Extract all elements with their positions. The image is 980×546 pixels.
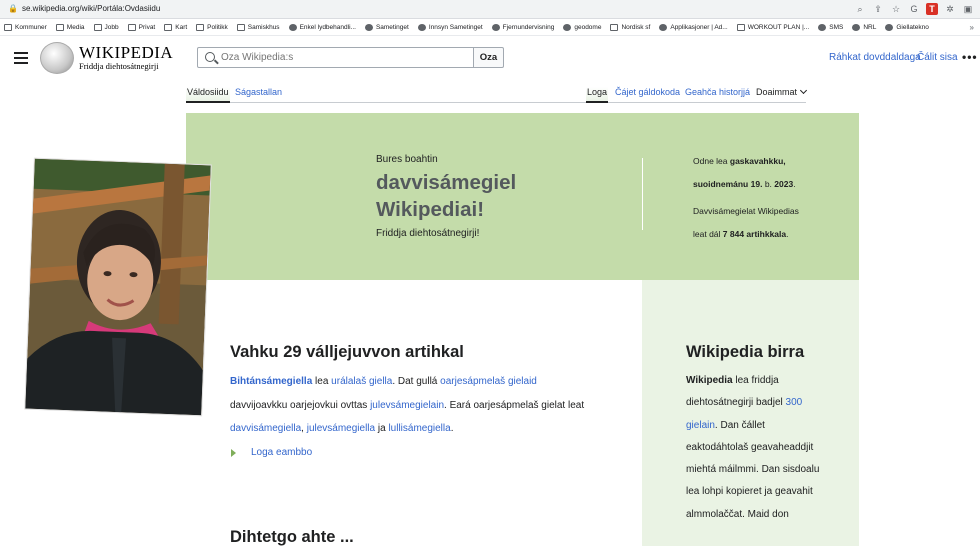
star-icon[interactable]: ☆ bbox=[890, 3, 902, 15]
extension-g-icon[interactable]: G bbox=[908, 3, 920, 15]
bookmark-item[interactable]: NRL bbox=[852, 23, 876, 31]
browser-address-bar[interactable]: 🔒 se.wikipedia.org/wiki/Portála:Ovdasiid… bbox=[0, 0, 980, 19]
triangle-right-icon bbox=[231, 449, 236, 457]
zoom-icon[interactable]: ⌕ bbox=[854, 3, 866, 15]
search-icon bbox=[205, 52, 215, 62]
folder-icon bbox=[196, 23, 205, 31]
bookmark-item[interactable]: Giellatekno bbox=[885, 23, 929, 31]
portrait-photo bbox=[25, 158, 211, 416]
site-icon bbox=[563, 23, 572, 31]
site-icon bbox=[852, 23, 861, 31]
tabs-divider bbox=[186, 102, 806, 103]
bookmark-item[interactable]: Enkel lydbehandli... bbox=[288, 23, 356, 31]
welcome-pretitle: Bures boahtin bbox=[376, 154, 438, 165]
bookmark-item[interactable]: Politikk bbox=[196, 23, 228, 31]
banner-divider bbox=[642, 158, 643, 230]
bihtan-link[interactable]: Bihtánsámegiella bbox=[230, 376, 312, 387]
bookmark-item[interactable]: Jobb bbox=[93, 23, 119, 31]
bookmark-item[interactable]: Fjernundervisning bbox=[491, 23, 554, 31]
bookmark-item[interactable]: geodome bbox=[563, 23, 601, 31]
site-icon bbox=[659, 23, 668, 31]
folder-icon bbox=[736, 23, 745, 31]
bookmark-item[interactable]: Applikasjoner | Ad... bbox=[659, 23, 728, 31]
today-line: Odne lea gaskavahkku, bbox=[693, 156, 786, 166]
site-icon bbox=[417, 23, 426, 31]
folder-icon bbox=[236, 23, 245, 31]
bookmark-item[interactable]: Innsyn Sametinget bbox=[417, 23, 483, 31]
bookmark-item[interactable]: Nordisk sf bbox=[610, 23, 650, 31]
folder-icon bbox=[55, 23, 64, 31]
lock-icon: 🔒 bbox=[8, 4, 18, 13]
tab-read[interactable]: Loga bbox=[586, 87, 609, 103]
about-text: Wikipedia lea friddja diehtosátnegirji b… bbox=[686, 375, 820, 520]
bookmark-item[interactable]: Samiskhus bbox=[236, 23, 280, 31]
browser-toolbar-icons: ⌕ ⇪ ☆ G T ✲ ▣ bbox=[854, 3, 974, 15]
site-icon bbox=[491, 23, 500, 31]
puzzle-icon[interactable]: ✲ bbox=[944, 3, 956, 15]
search-button[interactable]: Oza bbox=[473, 47, 504, 68]
bookmark-item[interactable]: Kommuner bbox=[4, 23, 47, 31]
login-link[interactable]: Čálit sisa bbox=[917, 52, 958, 63]
featured-article-text: Bihtánsámegiella lea urálalaš giella. Da… bbox=[230, 376, 585, 434]
davvi-link[interactable]: davvisámegiella bbox=[230, 423, 301, 434]
did-you-know-title: Dihtetgo ahte ... bbox=[230, 528, 354, 546]
search-box bbox=[197, 47, 474, 68]
folder-icon bbox=[93, 23, 102, 31]
sidebar-icon[interactable]: ▣ bbox=[962, 3, 974, 15]
folder-icon bbox=[127, 23, 136, 31]
lulli-link[interactable]: lullisámegiella bbox=[388, 423, 450, 434]
site-icon bbox=[288, 23, 297, 31]
julev-link[interactable]: julevsámegielain bbox=[370, 400, 444, 411]
wikipedia-globe-logo[interactable] bbox=[40, 42, 74, 74]
wikipedia-tagline: Friddja diehtosátnegirji bbox=[79, 61, 159, 71]
oarjesap-link[interactable]: oarjesápmelaš gielaid bbox=[440, 376, 537, 387]
folder-icon bbox=[164, 23, 173, 31]
main-menu-icon[interactable] bbox=[14, 52, 28, 64]
wikipedia-wordmark[interactable]: WIKIPEDIA bbox=[79, 43, 173, 63]
folder-icon bbox=[4, 23, 12, 31]
extension-t-icon[interactable]: T bbox=[926, 3, 938, 15]
folder-icon bbox=[610, 23, 619, 31]
tab-page[interactable]: Váldosiidu bbox=[186, 87, 230, 103]
chevron-down-icon bbox=[799, 86, 808, 95]
site-icon bbox=[364, 23, 373, 31]
welcome-title: davvisámegiel Wikipediai! bbox=[376, 171, 517, 221]
julev2-link[interactable]: julevsámegiella bbox=[307, 423, 375, 434]
bookmark-item[interactable]: Kart bbox=[164, 23, 187, 31]
bookmarks-overflow-button[interactable]: » bbox=[970, 23, 974, 32]
bookmark-item[interactable]: SMS bbox=[818, 23, 843, 31]
tab-talk[interactable]: Ságastallan bbox=[235, 87, 282, 97]
date-line: suoidnemánu 19. b. 2023. bbox=[693, 179, 796, 189]
uralalas-link[interactable]: urálalaš giella bbox=[331, 376, 392, 387]
bookmark-item[interactable]: WORKOUT PLAN |... bbox=[736, 23, 809, 31]
tab-tools[interactable]: Doaimmat bbox=[756, 86, 808, 97]
read-more-link[interactable]: Loga eambbo bbox=[251, 447, 312, 458]
share-icon[interactable]: ⇪ bbox=[872, 3, 884, 15]
tab-view-source[interactable]: Čájet gáldokoda bbox=[615, 87, 680, 97]
bookmark-item[interactable]: Sametinget bbox=[364, 23, 409, 31]
site-icon bbox=[885, 23, 894, 31]
url-text[interactable]: se.wikipedia.org/wiki/Portála:Ovdasiidu bbox=[22, 4, 160, 13]
more-options-icon[interactable]: ••• bbox=[962, 50, 978, 64]
article-count-label: Davvisámegielat Wikipedias bbox=[693, 206, 799, 216]
bookmark-item[interactable]: Privat bbox=[127, 23, 155, 31]
article-count-line: leat dál 7 844 artihkkala. bbox=[693, 229, 789, 239]
bookmark-item[interactable]: Media bbox=[55, 23, 85, 31]
search-input[interactable] bbox=[221, 52, 461, 63]
create-account-link[interactable]: Ráhkat dovddaldaga bbox=[829, 52, 921, 63]
site-icon bbox=[818, 23, 827, 31]
tab-history[interactable]: Geahča historjjá bbox=[685, 87, 750, 97]
welcome-subtitle: Friddja diehtosátnegirji! bbox=[376, 228, 480, 239]
bookmarks-bar: Kommuner Media Jobb Privat Kart Politikk… bbox=[0, 19, 980, 36]
about-title: Wikipedia birra bbox=[686, 343, 805, 361]
featured-article-title: Vahku 29 válljejuvvon artihkal bbox=[230, 343, 464, 361]
